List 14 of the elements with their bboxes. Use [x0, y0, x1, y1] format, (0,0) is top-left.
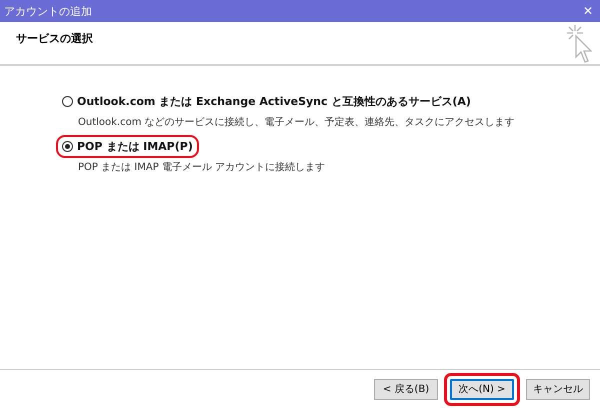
option-label: POP または IMAP(P) [77, 139, 193, 154]
option-description: Outlook.com などのサービスに接続し、電子メール、予定表、連絡先、タスクにアクセスします [78, 116, 515, 129]
dialog-button[interactable]: < 戻る(B) [374, 378, 438, 400]
highlighted-radio-option[interactable]: POP または IMAP(P) [56, 135, 199, 158]
dialog-button[interactable]: キャンセル [526, 378, 590, 400]
radio-option[interactable]: Outlook.com または Exchange ActiveSync と互換性のあるサービス(A) [56, 90, 477, 113]
radio-button[interactable] [62, 96, 73, 107]
page-title: サービスの選択 [16, 31, 93, 47]
option-description: POP または IMAP 電子メール アカウントに接続します [78, 160, 326, 174]
close-button[interactable]: ✕ [576, 0, 600, 22]
radio-button[interactable] [62, 141, 73, 152]
pointer-icon [566, 24, 592, 64]
window-title: アカウントの追加 [4, 4, 92, 18]
option-label: Outlook.com または Exchange ActiveSync と互換性のあるサービス(A) [77, 94, 471, 109]
